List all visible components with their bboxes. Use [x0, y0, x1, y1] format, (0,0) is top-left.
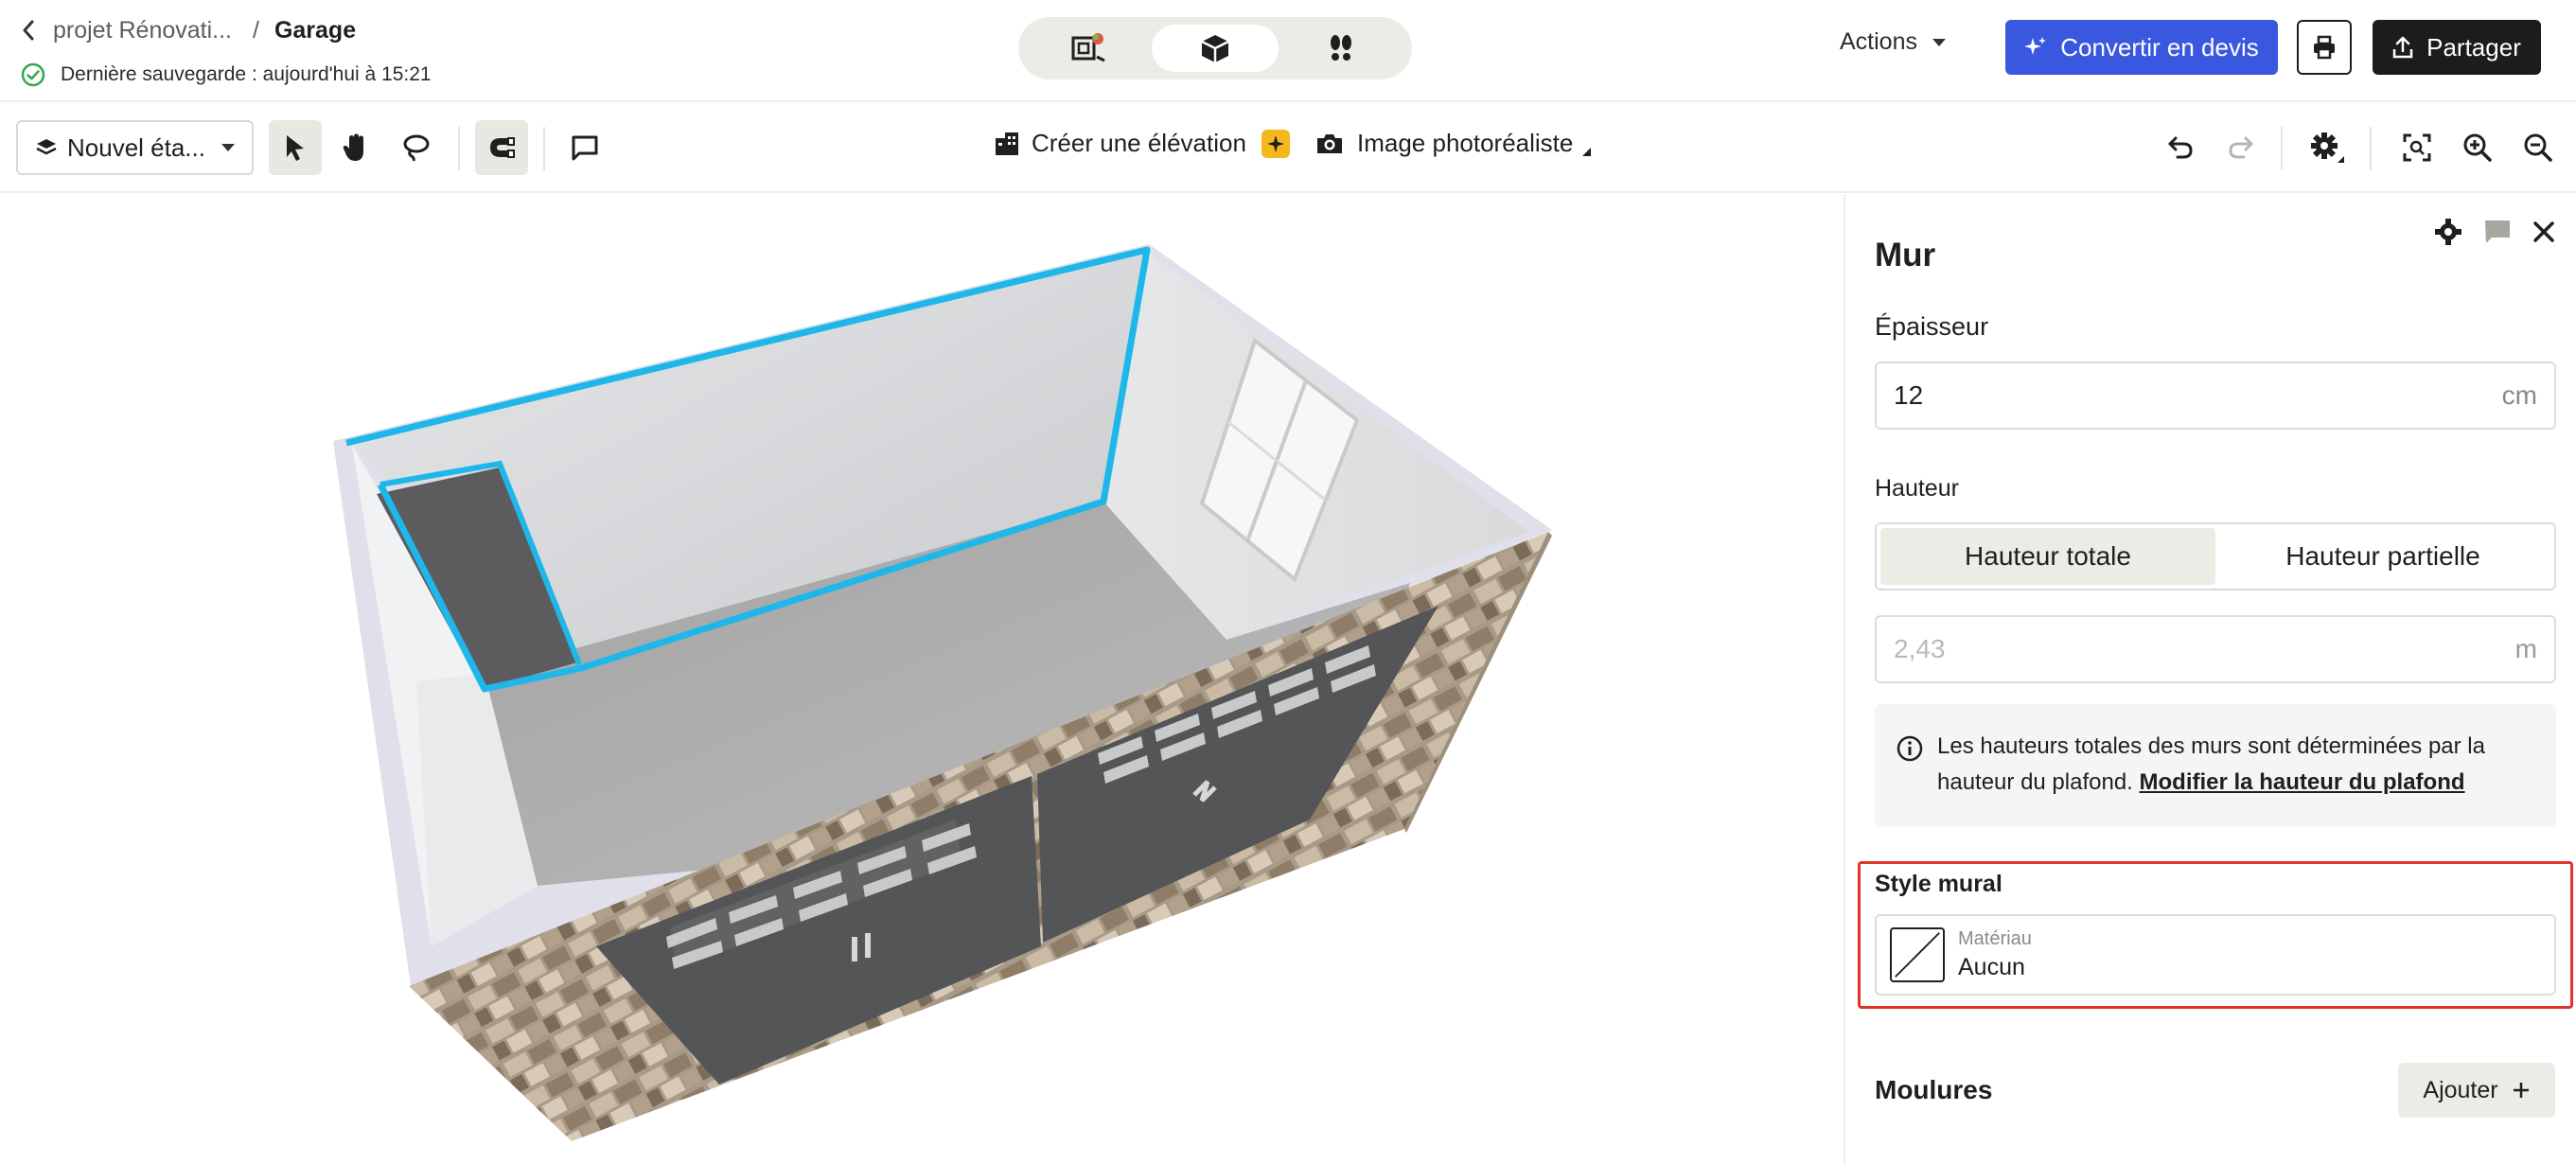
- height-unit: m: [2514, 634, 2537, 663]
- comment-tool-button[interactable]: [558, 120, 611, 175]
- walkthrough-icon: [1331, 35, 1352, 61]
- fit-view-button[interactable]: [2391, 120, 2444, 175]
- material-label: Matériau: [1958, 928, 2032, 949]
- pan-tool-button[interactable]: [329, 120, 382, 175]
- material-selector[interactable]: Matériau Aucun: [1875, 914, 2556, 996]
- add-label: Ajouter: [2423, 1076, 2498, 1103]
- height-input: 2,43 m: [1875, 615, 2556, 683]
- photorealistic-image-button[interactable]: Image photoréaliste: [1315, 129, 1592, 158]
- caret-down-icon: [221, 144, 235, 151]
- caret-down-icon: [1932, 38, 1946, 46]
- panel-actions: [2434, 218, 2555, 246]
- actions-label: Actions: [1840, 28, 1917, 55]
- print-button[interactable]: [2297, 20, 2352, 75]
- info-icon: [1897, 735, 1923, 762]
- printer-icon: [2314, 35, 2335, 60]
- floor-selector[interactable]: Nouvel éta...: [16, 120, 254, 175]
- height-info-box: Les hauteurs totales des murs sont déter…: [1875, 704, 2556, 827]
- view-2d-button[interactable]: [1026, 25, 1152, 72]
- thickness-value: 12: [1894, 380, 1924, 410]
- hand-icon: [343, 133, 363, 161]
- edit-ceiling-height-link[interactable]: Modifier la hauteur du plafond: [2140, 769, 2465, 795]
- thickness-input[interactable]: 12 cm: [1875, 362, 2556, 430]
- height-label: Hauteur: [1875, 475, 1959, 502]
- breadcrumb-separator: /: [253, 16, 259, 44]
- actions-menu[interactable]: Actions: [1840, 28, 1946, 56]
- ai-sparkle-icon: [1261, 129, 1290, 158]
- height-partial-option[interactable]: Hauteur partielle: [2215, 528, 2550, 585]
- undo-button[interactable]: [2154, 120, 2207, 175]
- focus-search-icon: [2403, 133, 2431, 162]
- material-value: Aucun: [1958, 954, 2025, 980]
- zoom-in-button[interactable]: [2451, 120, 2504, 175]
- wall-properties-panel: Mur Épaisseur 12 cm Hauteur Hauteur tota…: [1844, 195, 2576, 1164]
- toolbar-divider: [543, 127, 545, 170]
- garage-3d-scene[interactable]: [0, 195, 1844, 1164]
- share-label: Partager: [2426, 32, 2521, 62]
- save-status: Dernière sauvegarde : aujourd'hui à 15:2…: [21, 62, 432, 87]
- convert-label: Convertir en devis: [2060, 32, 2259, 62]
- breadcrumb: projet Rénovati... / Garage: [17, 13, 356, 47]
- share-button[interactable]: Partager: [2373, 20, 2541, 75]
- breadcrumb-room: Garage: [273, 16, 357, 44]
- check-circle-icon: [21, 62, 45, 87]
- photorealistic-label: Image photoréaliste: [1357, 129, 1574, 157]
- close-icon[interactable]: [2532, 220, 2555, 243]
- comment-icon: [572, 135, 598, 161]
- select-tool-button[interactable]: [269, 120, 322, 175]
- thickness-unit: cm: [2501, 380, 2537, 410]
- pointer-icon: [287, 135, 304, 161]
- magnet-icon: [490, 137, 515, 158]
- no-material-swatch-icon: [1890, 927, 1945, 982]
- add-molding-button[interactable]: Ajouter: [2398, 1063, 2555, 1118]
- upload-icon: [2392, 36, 2413, 59]
- view-mode-switch: [1018, 17, 1412, 79]
- panel-title: Mur: [1875, 237, 1936, 273]
- height-mode-toggle: Hauteur totale Hauteur partielle: [1875, 522, 2556, 591]
- lasso-icon: [403, 134, 430, 162]
- view-walk-button[interactable]: [1279, 25, 1404, 72]
- redo-icon: [2229, 136, 2253, 159]
- top-bar: projet Rénovati... / Garage Dernière sau…: [0, 0, 2576, 102]
- height-total-option[interactable]: Hauteur totale: [1880, 528, 2215, 585]
- camera-icon: [1317, 133, 1342, 153]
- thickness-label: Épaisseur: [1875, 312, 1989, 341]
- settings-button[interactable]: [2302, 120, 2355, 175]
- wall-style-label: Style mural: [1875, 871, 2003, 897]
- zoom-out-icon: [2524, 133, 2552, 162]
- layers-icon: [36, 139, 57, 155]
- moldings-label: Moulures: [1875, 1075, 1993, 1104]
- floor-selector-label: Nouvel éta...: [67, 132, 205, 162]
- view-3d-button[interactable]: [1152, 25, 1279, 72]
- breadcrumb-project[interactable]: projet Rénovati...: [53, 17, 232, 44]
- undo-icon: [2168, 136, 2193, 159]
- lasso-tool-button[interactable]: [390, 120, 443, 175]
- height-value: 2,43: [1894, 634, 1946, 663]
- sparkle-icon: [2024, 37, 2047, 55]
- 3d-viewport[interactable]: [0, 195, 1844, 1164]
- settings-icon[interactable]: [2434, 218, 2462, 246]
- view-3d-icon: [1201, 35, 1229, 62]
- toolbar-divider: [2281, 127, 2283, 170]
- redo-button[interactable]: [2214, 120, 2267, 175]
- gear-icon: [2311, 132, 2344, 163]
- toolbar-divider: [2370, 127, 2372, 170]
- magnet-snap-button[interactable]: [475, 120, 528, 175]
- create-elevation-button[interactable]: Créer une élévation: [994, 129, 1290, 158]
- save-status-text: Dernière sauvegarde : aujourd'hui à 15:2…: [61, 63, 432, 85]
- plus-icon: [2513, 1083, 2529, 1098]
- zoom-out-button[interactable]: [2512, 120, 2565, 175]
- toolbar: Nouvel éta... Créer une élévation Image …: [0, 102, 2576, 193]
- building-icon: [996, 132, 1018, 155]
- create-elevation-label: Créer une élévation: [1032, 129, 1246, 157]
- toolbar-divider: [458, 127, 460, 170]
- back-chevron-icon[interactable]: [17, 13, 40, 47]
- plan-2d-icon: [1071, 33, 1105, 62]
- comment-icon[interactable]: [2483, 219, 2512, 245]
- zoom-in-icon: [2463, 133, 2492, 162]
- corner-triangle-icon: [1582, 148, 1592, 156]
- convert-to-quote-button[interactable]: Convertir en devis: [2005, 20, 2278, 75]
